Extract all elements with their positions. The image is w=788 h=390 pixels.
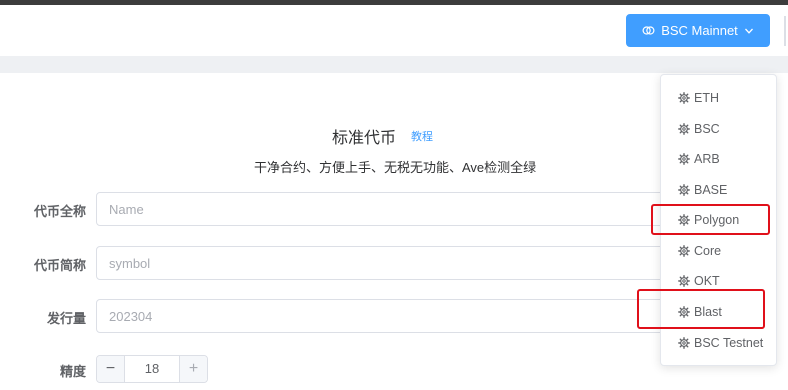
- network-select-button[interactable]: BSC Mainnet: [626, 14, 770, 47]
- network-option-label: BSC Testnet: [694, 336, 764, 350]
- network-option-label: ARB: [694, 152, 720, 166]
- highlight-box-polygon: [651, 204, 770, 235]
- network-option-eth[interactable]: ETH: [661, 85, 776, 111]
- network-icon: [642, 26, 655, 35]
- network-option-arb[interactable]: ARB: [661, 146, 776, 172]
- network-button-label: BSC Mainnet: [661, 23, 738, 38]
- chain-icon: [678, 184, 690, 196]
- chain-icon: [678, 245, 690, 257]
- chevron-down-icon: [744, 28, 753, 34]
- decrement-button[interactable]: −: [97, 356, 125, 382]
- header-divider: [0, 56, 788, 73]
- chain-icon: [678, 337, 690, 349]
- network-option-core[interactable]: Core: [661, 238, 776, 264]
- chain-icon: [678, 123, 690, 135]
- network-option-bsc-testnet[interactable]: BSC Testnet: [661, 330, 776, 356]
- chain-icon: [678, 153, 690, 165]
- token-supply-input[interactable]: [96, 299, 666, 333]
- token-decimals-label: 精度: [59, 364, 86, 379]
- header-edge-divider: [784, 16, 786, 46]
- tutorial-link[interactable]: 教程: [411, 128, 433, 144]
- token-name-label: 代币全称: [33, 204, 86, 219]
- token-name-input[interactable]: [96, 192, 666, 226]
- decimals-value[interactable]: 18: [125, 356, 179, 382]
- highlight-box-blast: [637, 289, 765, 329]
- chain-icon: [678, 92, 690, 104]
- network-option-bsc[interactable]: BSC: [661, 116, 776, 142]
- page-title: 标准代币: [332, 130, 397, 147]
- token-symbol-label: 代币简称: [33, 258, 86, 273]
- page-subtitle: 干净合约、方便上手、无税无功能、Ave检测全绿: [254, 160, 537, 175]
- network-option-label: Core: [694, 244, 722, 258]
- network-option-label: BSC: [694, 122, 720, 136]
- network-option-label: OKT: [694, 274, 720, 288]
- token-symbol-input[interactable]: [96, 246, 666, 280]
- chain-icon: [678, 275, 690, 287]
- token-supply-label: 发行量: [46, 311, 86, 326]
- decimals-stepper: − 18 +: [96, 355, 208, 383]
- network-option-label: ETH: [694, 91, 719, 105]
- network-option-label: BASE: [694, 183, 728, 197]
- network-option-base[interactable]: BASE: [661, 177, 776, 203]
- increment-button[interactable]: +: [179, 356, 207, 382]
